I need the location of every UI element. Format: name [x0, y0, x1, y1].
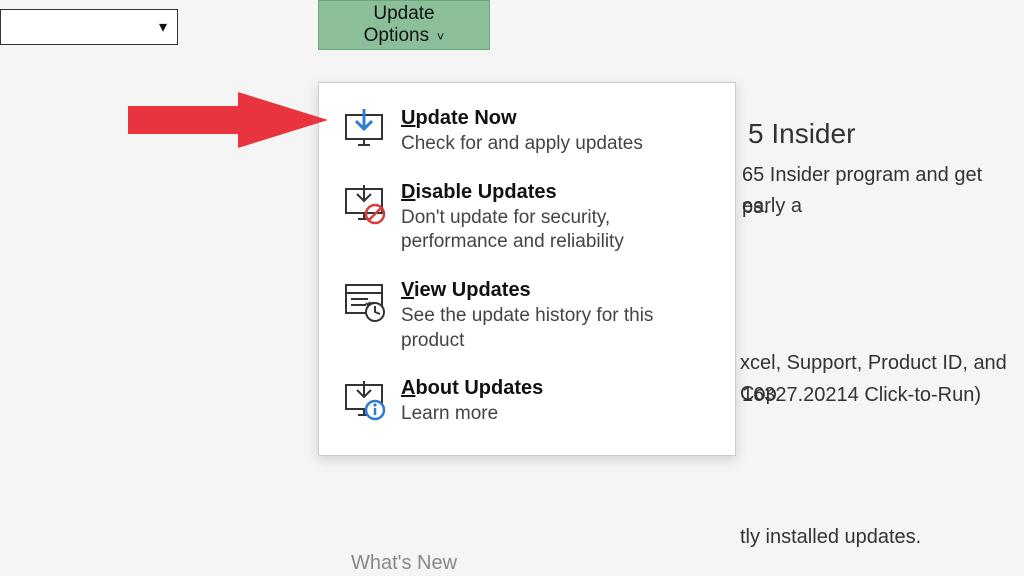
version-line: 16327.20214 Click-to-Run) [742, 380, 981, 411]
installed-line: tly installed updates. [740, 522, 921, 553]
insider-line-1: 65 Insider program and get early a [742, 160, 1024, 222]
chevron-down-icon: ▾ [159, 17, 167, 37]
menu-item-about-updates[interactable]: About Updates Learn more [327, 367, 727, 441]
dropdown-field[interactable]: ▾ [0, 9, 178, 45]
view-updates-icon [339, 279, 393, 353]
menu-item-desc: Check for and apply updates [401, 132, 715, 157]
update-options-label: Update Options ˅ [364, 3, 445, 47]
menu-item-title: View Updates [401, 279, 715, 302]
menu-item-desc: Learn more [401, 402, 715, 427]
disable-updates-icon [339, 181, 393, 255]
update-options-menu: Update Now Check for and apply updates D… [318, 82, 736, 456]
menu-item-update-now[interactable]: Update Now Check for and apply updates [327, 97, 727, 171]
menu-item-title: Disable Updates [401, 181, 715, 204]
menu-item-desc: See the update history for this product [401, 304, 715, 353]
menu-item-desc: Don't update for security, performance a… [401, 206, 715, 255]
chevron-down-icon: ˅ [433, 29, 444, 44]
menu-item-title: Update Now [401, 107, 715, 130]
insider-heading: 5 Insider [748, 112, 855, 155]
menu-item-view-updates[interactable]: View Updates See the update history for … [327, 269, 727, 367]
update-now-icon [339, 107, 393, 157]
arrow-annotation [128, 92, 328, 148]
update-options-button[interactable]: Update Options ˅ [318, 0, 490, 50]
menu-item-title: About Updates [401, 377, 715, 400]
menu-item-disable-updates[interactable]: Disable Updates Don't update for securit… [327, 171, 727, 269]
insider-line-2: ps. [742, 192, 769, 223]
whats-new-label: What's New [351, 552, 457, 575]
about-updates-icon [339, 377, 393, 427]
